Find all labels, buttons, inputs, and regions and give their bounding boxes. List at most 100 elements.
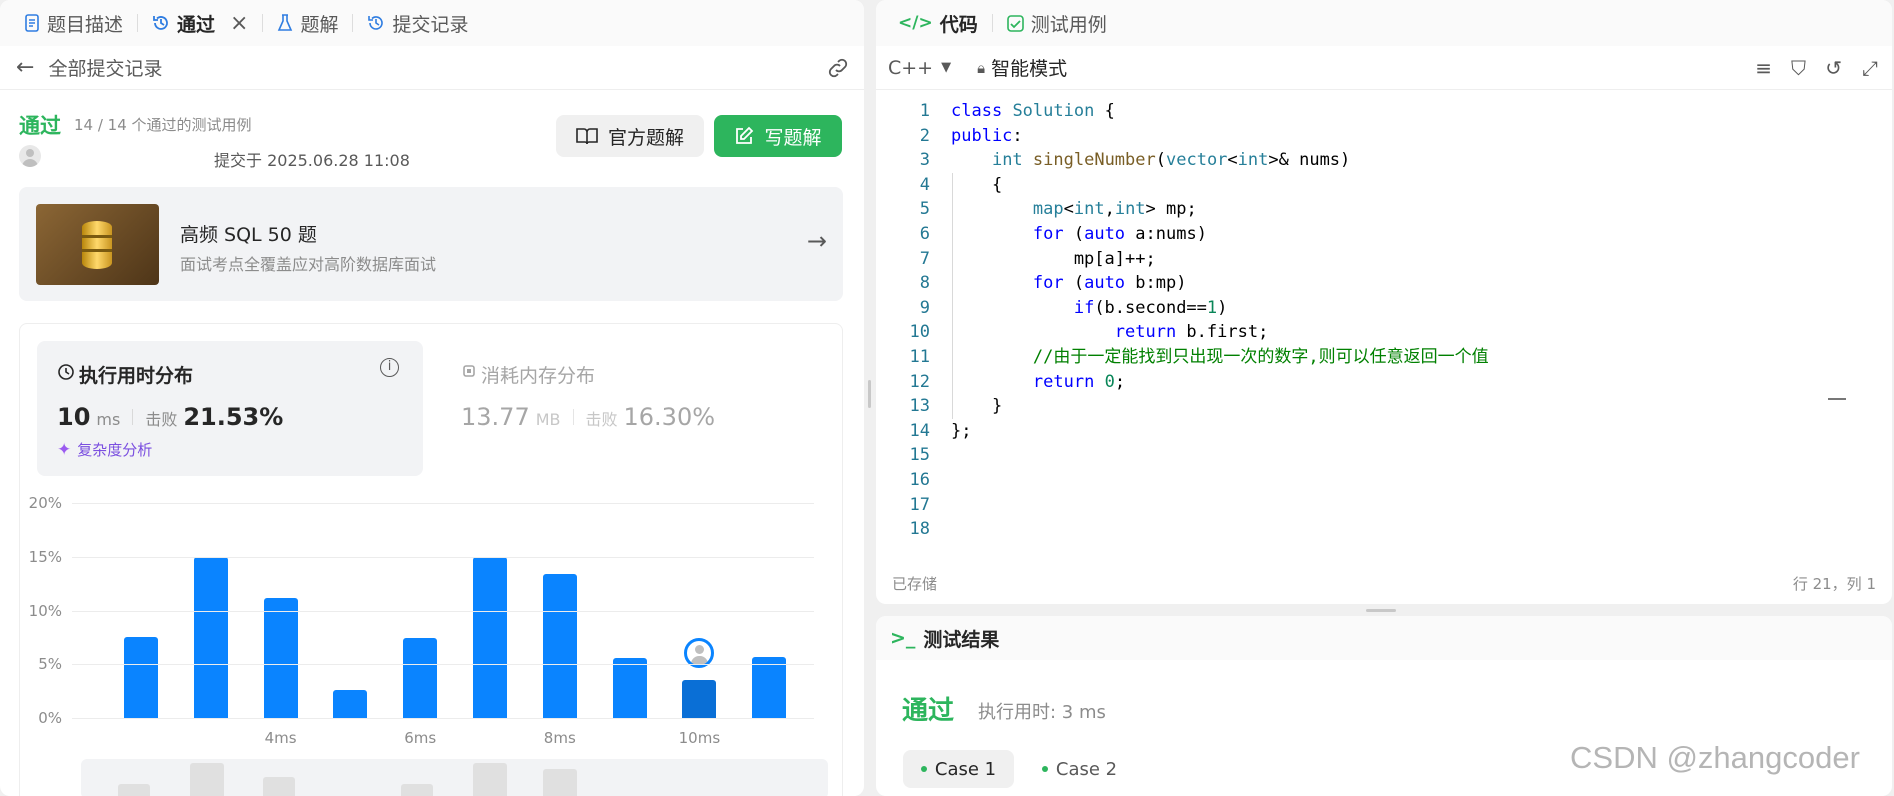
code-line[interactable]: 7 mp[a]++;: [876, 247, 1876, 272]
runtime-box[interactable]: 执行用时分布 i 10 ms 击败 21.53% ✦ 复杂度分析: [37, 341, 423, 476]
tab-label: 题解: [300, 13, 339, 36]
code-line[interactable]: 1 class Solution {: [876, 99, 1876, 124]
history-icon: [153, 16, 168, 30]
code-icon: </>: [898, 13, 933, 33]
editor-toolbar: C++ ▼ 🔒︎ 智能模式 ≡ ⛉ ↺ ⤢: [876, 46, 1892, 90]
write-solution-button[interactable]: 写题解: [714, 115, 842, 157]
link-icon[interactable]: [826, 57, 850, 79]
line-number: 8: [919, 273, 930, 294]
back-arrow-icon[interactable]: ←: [16, 55, 34, 80]
result-title[interactable]: 测试结果: [923, 625, 999, 652]
bookmark-icon[interactable]: ⛉: [1791, 56, 1806, 80]
y-tick-label: 5%: [38, 655, 62, 674]
code-line[interactable]: 10 return b.first;: [876, 320, 1876, 345]
reset-icon[interactable]: ↺: [1825, 56, 1842, 80]
histogram-bar[interactable]: [682, 680, 717, 718]
histogram-bar[interactable]: [333, 690, 368, 718]
x-tick-label: 8ms: [543, 729, 576, 747]
line-number: 6: [919, 224, 930, 244]
histogram-bar[interactable]: [124, 637, 158, 718]
code-line[interactable]: 12 return 0;: [876, 370, 1876, 395]
divider: [352, 14, 354, 32]
case-1-tab[interactable]: Case 1: [903, 750, 1014, 788]
smart-mode-label[interactable]: 智能模式: [991, 54, 1067, 81]
panel-resizer[interactable]: [868, 380, 871, 408]
tab-submissions[interactable]: 提交记录: [357, 0, 478, 46]
tab-accepted[interactable]: 通过 ×: [142, 0, 258, 46]
tab-code[interactable]: </> 代码: [888, 0, 988, 46]
code-line[interactable]: 9 if(b.second==1): [876, 296, 1876, 321]
tab-testcase[interactable]: 测试用例: [997, 0, 1117, 46]
code-text: }: [951, 396, 1003, 417]
gridline: [72, 503, 814, 504]
memory-box[interactable]: 消耗内存分布 13.77 MB 击败 16.30%: [441, 341, 827, 476]
histogram-bar[interactable]: [263, 597, 298, 718]
button-label: 写题解: [764, 126, 822, 149]
submitted-time: 提交于 2025.06.28 11:08: [214, 151, 410, 170]
database-logo: [36, 204, 159, 285]
histogram-bar[interactable]: [542, 573, 577, 718]
code-line[interactable]: 14};: [876, 419, 1876, 444]
result-tabbar: >_ 测试结果: [876, 616, 1892, 660]
histogram-bar[interactable]: [193, 556, 228, 718]
code-line[interactable]: 2 public:: [876, 124, 1876, 149]
left-panel: 题目描述 通过 × 题解 提交记录 ← 全部提交记录 通过 14 / 14 个通…: [0, 0, 864, 796]
line-number: 4: [919, 174, 930, 195]
tab-description[interactable]: 题目描述: [14, 0, 133, 46]
tab-label: 提交记录: [392, 13, 469, 36]
code-text: public:: [951, 125, 1023, 146]
complexity-analysis-link[interactable]: ✦ 复杂度分析: [57, 439, 152, 460]
case-2-tab[interactable]: Case 2: [1024, 750, 1135, 788]
indent-guide: [952, 172, 953, 419]
avatar[interactable]: [19, 145, 41, 167]
code-area[interactable]: 1 class Solution {2 public: 3 int singleNum…: [876, 99, 1892, 559]
promo-card[interactable]: 高频 SQL 50 题 面试考点全覆盖应对高阶数据库面试 →: [19, 187, 843, 301]
code-line[interactable]: 16: [876, 468, 1876, 493]
info-icon[interactable]: i: [380, 358, 399, 377]
code-line[interactable]: 13 }: [876, 394, 1876, 419]
line-number: 18: [909, 519, 930, 540]
button-label: 官方题解: [607, 126, 684, 149]
code-text: for (auto a:nums): [1032, 224, 1207, 244]
language-select[interactable]: C++ ▼: [888, 57, 951, 79]
all-submissions-link[interactable]: 全部提交记录: [48, 54, 162, 81]
code-line[interactable]: 3 int singleNumber(vector<int>& nums): [876, 148, 1876, 173]
code-line[interactable]: 6 for (auto a:nums): [876, 222, 1876, 247]
code-text: return 0;: [1032, 371, 1126, 392]
divider: [262, 14, 264, 32]
code-line[interactable]: 15: [876, 443, 1876, 468]
arrow-right-icon[interactable]: →: [807, 227, 827, 255]
histogram-bar[interactable]: [752, 656, 787, 718]
horizontal-resizer[interactable]: [1366, 609, 1396, 612]
save-status: 已存储: [892, 575, 938, 593]
beat-label: 击败: [585, 410, 618, 429]
stats-card: 执行用时分布 i 10 ms 击败 21.53% ✦ 复杂度分析 消耗内存分布 …: [19, 323, 843, 796]
runtime-distribution-chart[interactable]: 20% 15% 10% 5% 0% 4ms 6ms 8ms 10ms: [20, 494, 844, 796]
edit-icon: [736, 126, 754, 144]
y-tick-label: 10%: [28, 601, 62, 620]
cursor-position: 行 21，列 1: [1792, 575, 1876, 593]
code-line[interactable]: 8 for (auto b:mp): [876, 271, 1876, 296]
code-text: //由于一定能找到只出现一次的数字,则可以任意返回一个值: [1032, 347, 1489, 367]
code-line[interactable]: 11 //由于一定能找到只出现一次的数字,则可以任意返回一个值: [876, 345, 1876, 370]
code-line[interactable]: 17: [876, 493, 1876, 518]
histogram-bar[interactable]: [403, 638, 438, 718]
code-line[interactable]: 5 map<int,int> mp;: [876, 197, 1876, 222]
code-line[interactable]: 18: [876, 517, 1876, 542]
code-text: if(b.second==1): [1073, 297, 1228, 318]
tab-solutions[interactable]: 题解: [267, 0, 348, 46]
runtime-title: 执行用时分布: [79, 365, 194, 387]
minimap-strip[interactable]: [81, 759, 828, 796]
format-icon[interactable]: ≡: [1755, 56, 1772, 80]
code-text: {: [951, 174, 1003, 195]
official-solution-button[interactable]: 官方题解: [556, 115, 704, 157]
histogram-bar[interactable]: [473, 556, 507, 718]
x-tick-label: 4ms: [264, 729, 297, 747]
line-number: 9: [919, 297, 930, 318]
code-line[interactable]: 4 {: [876, 173, 1876, 198]
expand-icon[interactable]: ⤢: [1862, 56, 1878, 80]
close-icon[interactable]: ×: [230, 11, 248, 36]
histogram-bar[interactable]: [612, 657, 647, 718]
y-tick-label: 15%: [28, 547, 62, 566]
line-number: 2: [919, 125, 930, 146]
